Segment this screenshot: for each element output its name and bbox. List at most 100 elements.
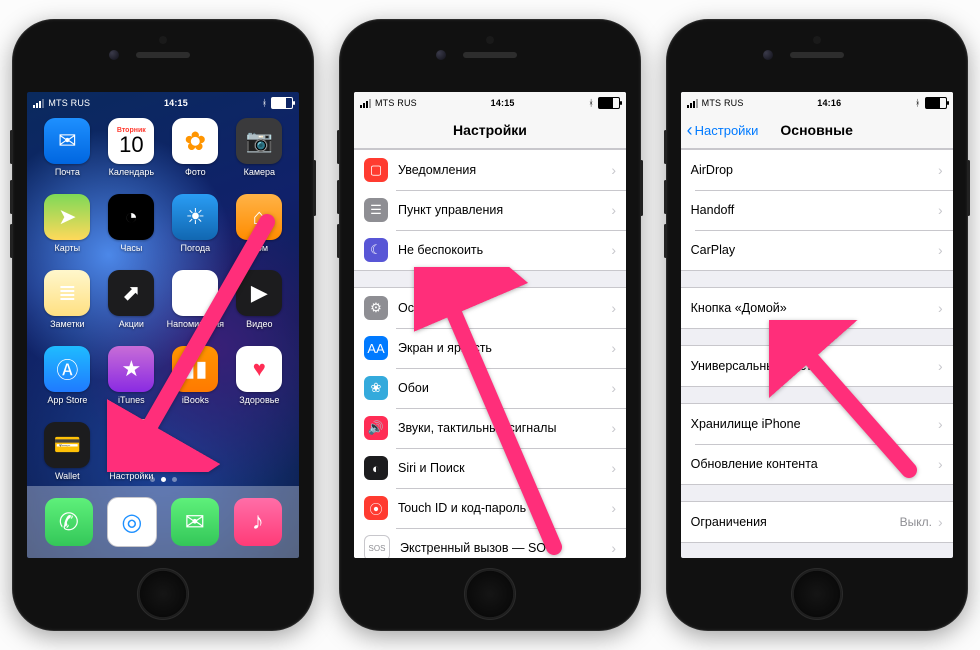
wallpaper-icon: ❀ [364,376,388,400]
nav-title: Настройки [453,122,527,138]
speaker-grille [136,52,190,58]
app-label: Календарь [109,167,154,177]
home-button[interactable] [137,568,189,620]
screen-home: MTS RUS 14:15 ᚼ ✉︎ПочтаВторник10Календар… [27,92,299,558]
row-label: Экран и яркость [398,341,611,355]
app-maps[interactable]: ➤Карты [37,194,97,268]
front-camera [763,50,773,60]
front-camera [436,50,446,60]
earpiece [340,20,640,92]
screen-general: MTS RUS 14:16 ᚼ ‹ Настройки Основные Ai [681,92,953,558]
general-list-screen: MTS RUS 14:16 ᚼ ‹ Настройки Основные Ai [681,92,953,558]
photos-icon: ✿ [172,118,218,164]
chevron-right-icon: › [611,500,616,516]
app-ibooks[interactable]: ▮▮iBooks [165,346,225,420]
proximity-sensor [486,36,494,44]
signal-icon [687,99,698,108]
settings-row-wallpaper[interactable]: ❀Обои› [354,368,626,408]
settings-row-sos[interactable]: SOSЭкстренный вызов — SOS› [354,528,626,558]
chevron-right-icon: › [938,202,943,218]
general-row[interactable]: Кнопка «Домой»› [681,288,953,328]
app-settings[interactable]: ⚙︎1Настройки [101,422,161,496]
app-weather[interactable]: ☀︎Погода [165,194,225,268]
row-label: Обои [398,381,611,395]
row-label: Звуки, тактильные сигналы [398,421,611,435]
app-videos[interactable]: ▶︎Видео [229,270,289,344]
settings-row-display[interactable]: AAЭкран и яркость› [354,328,626,368]
app-appstore[interactable]: ⒶApp Store [37,346,97,420]
stocks-icon: ⬈ [108,270,154,316]
proximity-sensor [159,36,167,44]
general-row[interactable]: CarPlay› [681,230,953,270]
battery-icon [925,97,947,109]
app-label: Часы [120,243,142,253]
row-label: Обновление контента [691,457,938,471]
settings-row-sounds[interactable]: 🔊Звуки, тактильные сигналы› [354,408,626,448]
app-reminders[interactable]: ☑︎Напоминания [165,270,225,344]
app-health[interactable]: ♥︎Здоровье [229,346,289,420]
row-label: Ограничения [691,515,900,529]
status-bar: MTS RUS 14:16 ᚼ [681,92,953,112]
general-row[interactable]: Универсальный доступ› [681,346,953,386]
speaker-grille [790,52,844,58]
chevron-right-icon: › [611,162,616,178]
chevron-right-icon: › [611,540,616,556]
proximity-sensor [813,36,821,44]
messages-icon[interactable]: ✉︎ [171,498,219,546]
chevron-right-icon: › [938,300,943,316]
settings-row-touchid[interactable]: ⦿Touch ID и код-пароль› [354,488,626,528]
chevron-right-icon: › [611,202,616,218]
general-row[interactable]: Обновление контента› [681,444,953,484]
app-stocks[interactable]: ⬈Акции [101,270,161,344]
settings-row-notifications[interactable]: ▢Уведомления› [354,150,626,190]
general-icon: ⚙︎ [364,296,388,320]
row-value: Выкл. [900,515,932,529]
notifications-icon: ▢ [364,158,388,182]
app-mail[interactable]: ✉︎Почта [37,118,97,192]
settings-row-siri[interactable]: ◐Siri и Поиск› [354,448,626,488]
app-photos[interactable]: ✿Фото [165,118,225,192]
status-bar: MTS RUS 14:15 ᚼ [27,92,299,112]
settings-row-general[interactable]: ⚙︎Основные› [354,288,626,328]
home-icon: ⌂ [236,194,282,240]
dock: ✆ ◎ ✉︎ ♪ [27,486,299,558]
app-calendar[interactable]: Вторник10 Календарь [101,118,161,192]
home-button[interactable] [791,568,843,620]
battery-icon [271,97,293,109]
settings-row-dnd[interactable]: ☾Не беспокоить› [354,230,626,270]
row-label: Основные [398,301,611,315]
app-notes[interactable]: ≣Заметки [37,270,97,344]
general-row[interactable]: Хранилище iPhone› [681,404,953,444]
settings-list-screen: MTS RUS 14:15 ᚼ Настройки ▢Уведомления›☰… [354,92,626,558]
app-camera[interactable]: 📷Камера [229,118,289,192]
app-grid: ✉︎ПочтаВторник10 Календарь ✿Фото📷Камера ➤Ка… [27,112,299,496]
row-label: AirDrop [691,163,938,177]
general-row[interactable]: Handoff› [681,190,953,230]
dnd-icon: ☾ [364,238,388,262]
back-button[interactable]: ‹ Настройки [687,112,759,148]
phone-general: MTS RUS 14:16 ᚼ ‹ Настройки Основные Ai [666,19,968,631]
app-label: Почта [55,167,80,177]
calendar-icon: Вторник10 [108,118,154,164]
general-row[interactable]: AirDrop› [681,150,953,190]
phone-icon[interactable]: ✆ [45,498,93,546]
general-list[interactable]: AirDrop›Handoff›CarPlay›Кнопка «Домой»›У… [681,149,953,558]
home-button-area [13,558,313,630]
phone-home: MTS RUS 14:15 ᚼ ✉︎ПочтаВторник10Календар… [12,19,314,631]
general-group: Хранилище iPhone›Обновление контента› [681,403,953,485]
screen-settings: MTS RUS 14:15 ᚼ Настройки ▢Уведомления›☰… [354,92,626,558]
app-clock[interactable]: ◔Часы [101,194,161,268]
app-label: Карты [55,243,81,253]
safari-icon[interactable]: ◎ [107,497,157,547]
control-center-icon: ☰ [364,198,388,222]
app-itunes[interactable]: ★iTunes [101,346,161,420]
general-row[interactable]: ОграниченияВыкл.› [681,502,953,542]
app-label: Заметки [50,319,84,329]
home-button[interactable] [464,568,516,620]
app-home[interactable]: ⌂Дом [229,194,289,268]
app-wallet[interactable]: 💳Wallet [37,422,97,496]
music-icon[interactable]: ♪ [234,498,282,546]
row-label: Touch ID и код-пароль [398,501,611,515]
settings-list[interactable]: ▢Уведомления›☰Пункт управления›☾Не беспо… [354,149,626,558]
settings-row-control-center[interactable]: ☰Пункт управления› [354,190,626,230]
